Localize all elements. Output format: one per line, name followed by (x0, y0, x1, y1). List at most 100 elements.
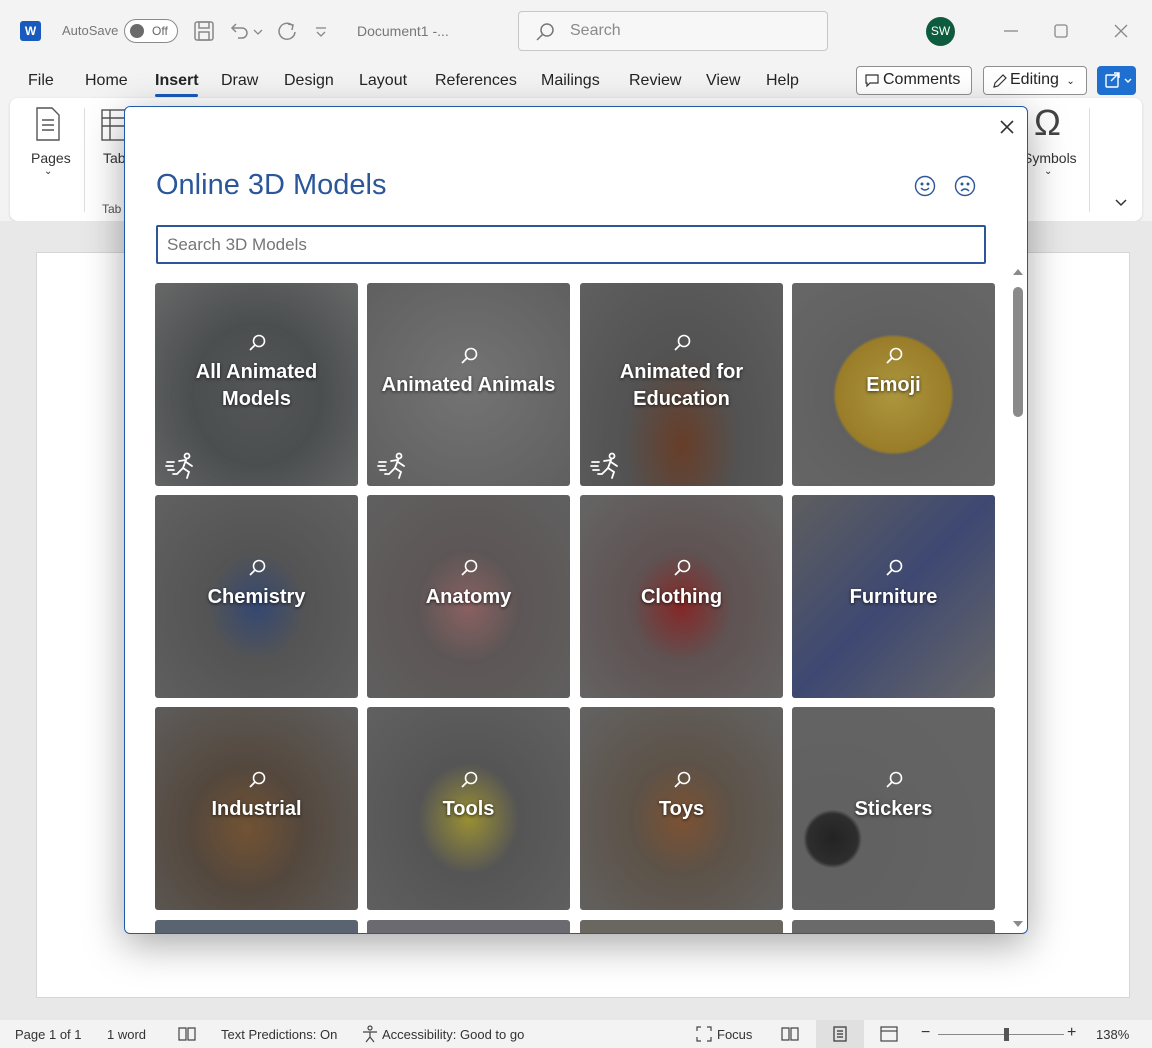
document-title[interactable]: Document1 -... (357, 23, 449, 39)
magnifier-icon (885, 771, 902, 788)
page-count[interactable]: Page 1 of 1 (15, 1027, 82, 1042)
scroll-down-icon[interactable] (1012, 919, 1024, 929)
category-tile[interactable]: Chemistry (155, 495, 358, 698)
magnifier-icon (460, 771, 477, 788)
category-tile[interactable]: Furniture (792, 495, 995, 698)
category-tile[interactable]: Tools (367, 707, 570, 910)
status-bar: Page 1 of 1 1 word Text Predictions: On … (0, 1020, 1152, 1048)
tab-references[interactable]: References (435, 72, 517, 90)
search-box[interactable]: Search (518, 11, 828, 51)
print-layout-button[interactable] (816, 1020, 864, 1048)
search-icon (536, 23, 554, 41)
dialog-scrollbar[interactable] (1011, 267, 1025, 933)
zoom-level[interactable]: 138% (1096, 1027, 1129, 1042)
tab-view[interactable]: View (706, 72, 740, 90)
category-tile[interactable]: Clothing (580, 495, 783, 698)
category-tile[interactable]: Animated Animals (367, 283, 570, 486)
web-layout-icon[interactable] (880, 1026, 898, 1042)
active-tab-indicator (155, 94, 198, 97)
table-icon[interactable] (100, 108, 126, 142)
tile-label: Emoji (866, 374, 921, 396)
category-tile[interactable]: Industrial (155, 707, 358, 910)
magnifier-icon (460, 559, 477, 576)
redo-icon[interactable] (276, 20, 298, 42)
zoom-out-icon[interactable]: − (921, 1024, 930, 1042)
undo-icon[interactable] (228, 20, 250, 42)
frown-feedback-icon[interactable] (954, 175, 976, 197)
tile-partial[interactable] (580, 920, 783, 933)
omega-symbol-icon[interactable]: Ω (1034, 102, 1061, 144)
tab-review[interactable]: Review (629, 72, 681, 90)
symbols-chevron-icon[interactable]: ⌄ (1044, 166, 1052, 177)
autosave-label: AutoSave (62, 23, 119, 38)
category-tile[interactable]: Animated for Education (580, 283, 783, 486)
save-icon[interactable] (193, 20, 215, 42)
animated-running-icon (590, 452, 618, 479)
symbols-label[interactable]: Symbols (1023, 150, 1077, 166)
tab-insert[interactable]: Insert (155, 72, 199, 90)
dialog-title: Online 3D Models (156, 169, 387, 201)
close-window-icon[interactable] (1110, 20, 1132, 42)
table-label[interactable]: Tab (103, 150, 126, 166)
tile-label: Toys (658, 798, 705, 820)
text-predictions-status[interactable]: Text Predictions: On (221, 1027, 337, 1042)
tab-mailings[interactable]: Mailings (541, 72, 600, 90)
focus-label[interactable]: Focus (717, 1027, 752, 1042)
proofing-book-icon[interactable] (178, 1026, 196, 1042)
tile-label: Furniture (849, 586, 938, 608)
tile-label: Industrial (211, 798, 302, 820)
pages-chevron-icon[interactable]: ⌄ (44, 166, 52, 177)
autosave-state: Off (152, 24, 168, 38)
maximize-icon[interactable] (1050, 20, 1072, 42)
category-tile[interactable]: Stickers (792, 707, 995, 910)
focus-icon[interactable] (696, 1026, 712, 1042)
tab-file[interactable]: File (28, 72, 54, 90)
tile-partial[interactable] (155, 920, 358, 933)
tab-home[interactable]: Home (85, 72, 128, 90)
pages-icon[interactable] (34, 106, 62, 142)
tile-partial[interactable] (367, 920, 570, 933)
word-count[interactable]: 1 word (107, 1027, 146, 1042)
tile-partial[interactable] (792, 920, 995, 933)
tab-draw[interactable]: Draw (221, 72, 258, 90)
scroll-up-icon[interactable] (1012, 267, 1024, 277)
pages-label[interactable]: Pages (31, 150, 71, 166)
collapse-ribbon-chevron-icon[interactable] (1114, 197, 1128, 209)
zoom-slider-thumb[interactable] (1004, 1028, 1009, 1041)
category-tile[interactable]: Anatomy (367, 495, 570, 698)
category-tile[interactable]: All Animated Models (155, 283, 358, 486)
tables-group-label: Tab (102, 202, 122, 216)
tile-label: Tools (442, 798, 495, 820)
autosave-toggle[interactable]: Off (124, 19, 178, 43)
tab-layout[interactable]: Layout (359, 72, 407, 90)
scroll-thumb[interactable] (1013, 287, 1023, 417)
avatar[interactable]: SW (926, 17, 955, 46)
category-tile[interactable]: Emoji (792, 283, 995, 486)
undo-dropdown-chevron-icon[interactable] (252, 20, 264, 42)
animated-running-icon (377, 452, 405, 479)
tile-label: Models (222, 388, 291, 410)
accessibility-status[interactable]: Accessibility: Good to go (382, 1027, 524, 1042)
smile-feedback-icon[interactable] (914, 175, 936, 197)
tile-label: Education (633, 388, 730, 410)
editing-button[interactable]: Editing ⌄ (983, 66, 1087, 95)
read-mode-icon[interactable] (781, 1026, 799, 1042)
close-icon[interactable] (997, 117, 1017, 137)
accessibility-icon[interactable] (361, 1025, 379, 1043)
customize-toolbar-icon[interactable] (313, 20, 329, 42)
comments-button[interactable]: Comments (856, 66, 972, 95)
minimize-icon[interactable] (1000, 20, 1022, 42)
tile-label: All Animated (195, 361, 318, 383)
tab-help[interactable]: Help (766, 72, 799, 90)
tab-design[interactable]: Design (284, 72, 334, 90)
tile-label: Clothing (640, 586, 723, 608)
editing-label: Editing (1010, 71, 1059, 88)
category-tile[interactable]: Toys (580, 707, 783, 910)
word-logo-icon: W (20, 21, 41, 41)
search-placeholder: Search (570, 22, 621, 39)
zoom-in-icon[interactable]: + (1067, 1024, 1076, 1042)
search-3d-models-input[interactable] (156, 225, 986, 264)
share-button[interactable] (1097, 66, 1136, 95)
zoom-slider-track[interactable] (938, 1034, 1064, 1035)
tile-label: Chemistry (207, 586, 306, 608)
